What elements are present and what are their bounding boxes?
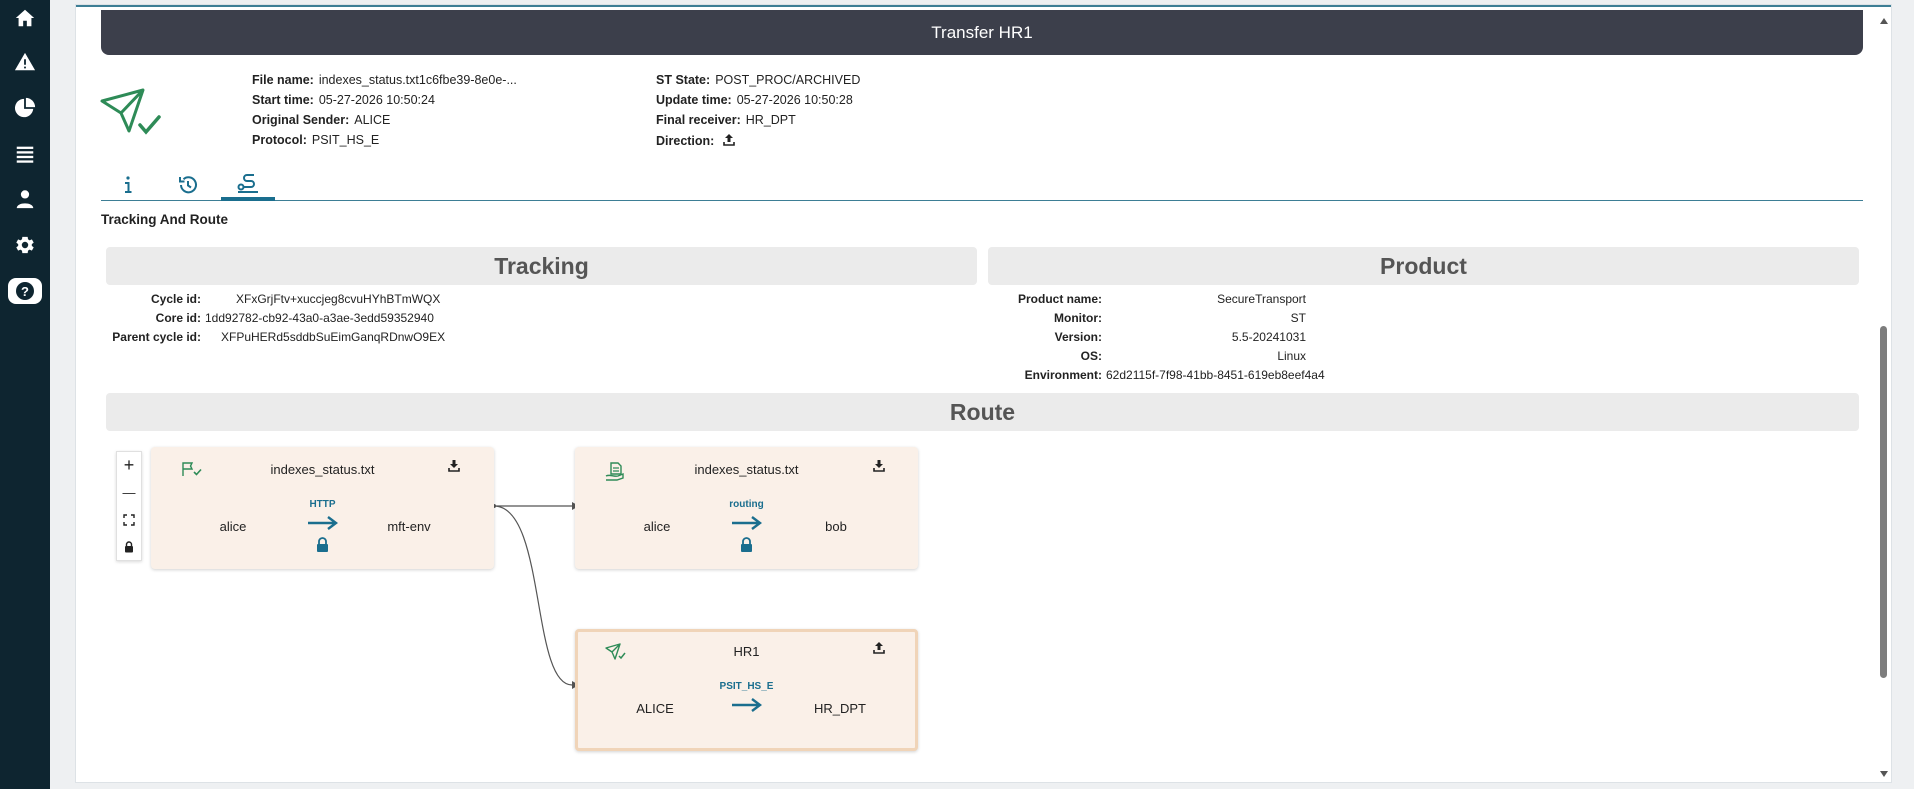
node-to: bob: [825, 519, 847, 534]
route-edges: [492, 502, 583, 689]
alert-icon[interactable]: [12, 49, 38, 75]
scroll-up-icon[interactable]: [1879, 17, 1889, 25]
arrow-right-icon: [732, 516, 762, 530]
node-from: ALICE: [636, 701, 674, 716]
node-from: alice: [219, 519, 247, 534]
user-icon[interactable]: [12, 186, 38, 212]
scroll-down-icon[interactable]: [1879, 770, 1889, 778]
node-to: HR_DPT: [813, 701, 866, 716]
arrow-right-icon: [308, 516, 338, 530]
transfer-details-panel: Transfer HR1 File name: indexes_status.tx…: [75, 4, 1892, 783]
node-title: HR1: [733, 644, 760, 659]
route-edge: [493, 505, 573, 686]
node-to: mft-env: [387, 519, 431, 534]
upload-icon: [873, 642, 885, 654]
help-icon[interactable]: ?: [8, 278, 42, 304]
route-node[interactable]: indexes_status.txt alice HTTP mft-env: [151, 447, 494, 569]
node-title: indexes_status.txt: [694, 462, 799, 477]
route-node[interactable]: indexes_status.txt alice routing bob: [575, 447, 918, 569]
list-icon[interactable]: [12, 141, 38, 167]
home-icon[interactable]: [12, 5, 38, 31]
vertical-scrollbar[interactable]: [1877, 13, 1891, 781]
arrow-right-icon: [732, 698, 762, 712]
node-from: alice: [643, 519, 671, 534]
gear-icon[interactable]: [12, 232, 38, 258]
download-icon: [873, 460, 885, 472]
route-node[interactable]: HR1 ALICE PSIT_HS_E HR_DPT: [575, 629, 918, 751]
node-title: indexes_status.txt: [270, 462, 375, 477]
scrollbar-thumb[interactable]: [1880, 326, 1887, 678]
lock-icon: [317, 537, 328, 552]
node-protocol: routing: [729, 499, 764, 510]
lock-icon: [741, 537, 752, 552]
node-protocol: HTTP: [309, 499, 336, 510]
sidebar: ?: [0, 0, 50, 789]
node-protocol: PSIT_HS_E: [719, 681, 774, 692]
pie-chart-icon[interactable]: [12, 95, 38, 121]
download-icon: [448, 460, 460, 472]
